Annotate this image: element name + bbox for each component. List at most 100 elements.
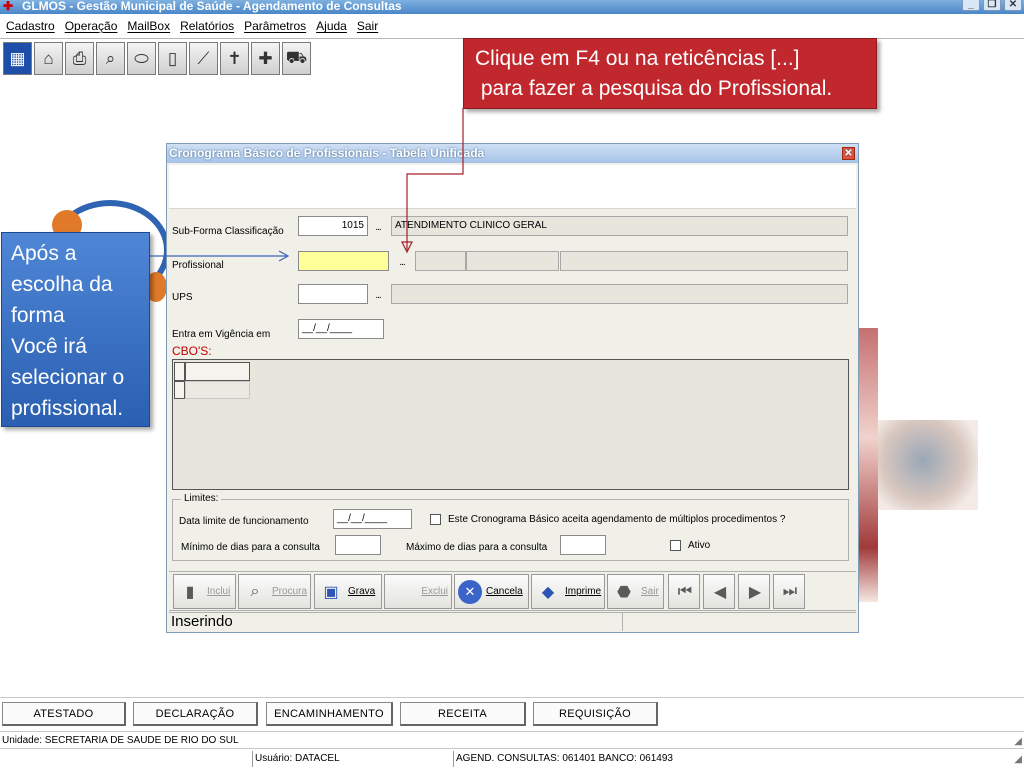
first-record-button[interactable]: ⏮ bbox=[668, 574, 700, 609]
restore-icon[interactable]: ❐ bbox=[983, 0, 1001, 11]
vigencia-date-field[interactable]: __/__/____ bbox=[298, 319, 384, 339]
subforma-search-ellipsis[interactable]: ... bbox=[372, 222, 384, 233]
menu-parametros[interactable]: Parâmetros bbox=[244, 19, 306, 33]
menu-sair[interactable]: Sair bbox=[357, 19, 378, 33]
bottom-divider bbox=[0, 697, 1024, 698]
previous-record-button[interactable]: ◀ bbox=[703, 574, 735, 609]
menu-relatorios[interactable]: Relatórios bbox=[180, 19, 234, 33]
grava-button[interactable]: ▣ Grava bbox=[314, 574, 382, 609]
profissional-field-2 bbox=[466, 251, 559, 271]
limits-legend: Limites: bbox=[181, 493, 222, 504]
profissional-search-ellipsis[interactable]: ... bbox=[396, 257, 408, 268]
menu-cadastro[interactable]: Cadastro bbox=[6, 19, 55, 33]
print-icon: ◆ bbox=[541, 583, 555, 601]
profissional-field-1 bbox=[415, 251, 466, 271]
multiplos-label: Este Cronograma Básico aceita agendament… bbox=[448, 514, 786, 525]
maximo-dias-label: Máximo de dias para a consulta bbox=[406, 542, 548, 553]
ativo-label: Ativo bbox=[688, 540, 711, 551]
next-record-icon: ▶ bbox=[748, 583, 762, 601]
resize-grip-icon[interactable]: ◢ bbox=[1014, 733, 1022, 750]
sair-button[interactable]: ⬣ Sair bbox=[607, 574, 664, 609]
subforma-label: Sub-Forma Classificação bbox=[172, 226, 284, 237]
first-record-icon: ⏮ bbox=[677, 582, 693, 600]
exclui-button[interactable]: Exclui bbox=[384, 574, 452, 609]
profissional-label: Profissional bbox=[172, 260, 224, 271]
background-photo-strip bbox=[856, 328, 878, 602]
cancela-button[interactable]: ✕ Cancela bbox=[454, 574, 529, 609]
cbos-grid[interactable] bbox=[172, 359, 849, 490]
previous-record-icon: ◀ bbox=[713, 583, 727, 601]
dialog-status-bar: Inserindo bbox=[169, 612, 856, 631]
clipboard-icon[interactable]: ▯ bbox=[158, 42, 187, 75]
resize-grip-icon[interactable]: ◢ bbox=[1014, 751, 1022, 768]
profissional-code-field[interactable] bbox=[298, 251, 389, 271]
background-photo bbox=[878, 420, 978, 510]
dialog-mode-status: Inserindo bbox=[171, 613, 233, 630]
unidade-bar: Unidade: SECRETARIA DE SAUDE DE RIO DO S… bbox=[0, 731, 1024, 749]
procura-button[interactable]: ⌕ Procura bbox=[238, 574, 311, 609]
receita-button[interactable]: RECEITA bbox=[400, 702, 526, 726]
requisicao-button[interactable]: REQUISIÇÃO bbox=[533, 702, 658, 726]
grid-cell[interactable] bbox=[185, 381, 250, 399]
close-icon[interactable]: ✕ bbox=[842, 147, 855, 160]
atestado-button[interactable]: ATESTADO bbox=[2, 702, 126, 726]
encaminhamento-button[interactable]: ENCAMINHAMENTO bbox=[266, 702, 393, 726]
building-icon[interactable]: ⌂ bbox=[34, 42, 63, 75]
subforma-code-field[interactable]: 1015 bbox=[298, 216, 368, 236]
save-icon: ▣ bbox=[323, 583, 339, 601]
cronograma-dialog: Cronograma Básico de Profissionais - Tab… bbox=[166, 143, 859, 633]
grid-row-header bbox=[174, 362, 185, 381]
menu-bar: Cadastro Operação MailBox Relatórios Par… bbox=[0, 16, 1024, 36]
menu-ajuda[interactable]: Ajuda bbox=[316, 19, 347, 33]
syringe-icon[interactable]: ⟋ bbox=[189, 42, 218, 75]
exit-icon: ⬣ bbox=[617, 583, 631, 601]
dialog-title-bar: Cronograma Básico de Profissionais - Tab… bbox=[167, 144, 858, 163]
data-limite-label: Data limite de funcionamento bbox=[179, 516, 309, 527]
ativo-checkbox[interactable] bbox=[670, 540, 681, 551]
status-bar: Usuário: DATACEL AGEND. CONSULTAS: 06140… bbox=[0, 750, 1024, 768]
unidade-text: Unidade: SECRETARIA DE SAUDE DE RIO DO S… bbox=[2, 735, 239, 746]
last-record-icon: ⏭ bbox=[782, 582, 798, 600]
next-record-button[interactable]: ▶ bbox=[738, 574, 770, 609]
menu-operacao[interactable]: Operação bbox=[65, 19, 118, 33]
cancel-icon: ✕ bbox=[458, 579, 482, 604]
dialog-status-panel bbox=[622, 613, 855, 631]
last-record-button[interactable]: ⏭ bbox=[773, 574, 805, 609]
menu-mailbox[interactable]: MailBox bbox=[127, 19, 170, 33]
close-window-icon[interactable]: ✕ bbox=[1004, 0, 1022, 11]
callout-f4-hint: Clique em F4 ou na reticências [...] par… bbox=[463, 38, 877, 109]
window-title: GLMOS - Gestão Municipal de Saúde - Agen… bbox=[22, 0, 402, 13]
pill-icon[interactable]: ⬭ bbox=[127, 42, 156, 75]
new-document-icon: ▮ bbox=[185, 583, 195, 601]
ups-description-field bbox=[391, 284, 848, 304]
limits-group: Limites: Data limite de funcionamento __… bbox=[172, 493, 849, 561]
cbos-label: CBO'S: bbox=[172, 344, 212, 358]
minimo-dias-label: Mínimo de dias para a consulta bbox=[181, 542, 320, 553]
ups-code-field[interactable] bbox=[298, 284, 368, 304]
ambulance-icon[interactable]: ⛟ bbox=[282, 42, 311, 75]
grid-column-header bbox=[185, 362, 250, 381]
dialog-header-panel bbox=[169, 165, 856, 209]
minimo-dias-field[interactable] bbox=[335, 535, 381, 555]
magnifier-icon[interactable]: ⌕ bbox=[96, 42, 125, 75]
profissional-name-field bbox=[560, 251, 848, 271]
medical-bag-icon[interactable]: ✚ bbox=[251, 42, 280, 75]
data-limite-field[interactable]: __/__/____ bbox=[333, 509, 412, 529]
grid-row-header bbox=[174, 381, 185, 399]
imprime-button[interactable]: ◆ Imprime bbox=[531, 574, 605, 609]
minimize-icon[interactable]: _ bbox=[962, 0, 980, 11]
app-cross-icon: ✚ bbox=[3, 0, 14, 13]
main-toolbar: ▦ ⌂ ⎙ ⌕ ⬭ ▯ ⟋ ✝ ✚ ⛟ bbox=[3, 42, 311, 75]
cross-icon[interactable]: ✝ bbox=[220, 42, 249, 75]
title-bar: ✚ GLMOS - Gestão Municipal de Saúde - Ag… bbox=[0, 0, 1024, 14]
declaracao-button[interactable]: DECLARAÇÃO bbox=[133, 702, 258, 726]
calendar-icon[interactable]: ▦ bbox=[3, 42, 32, 75]
maximo-dias-field[interactable] bbox=[560, 535, 606, 555]
ups-label: UPS bbox=[172, 292, 193, 303]
ups-search-ellipsis[interactable]: ... bbox=[372, 290, 384, 301]
vigencia-label: Entra em Vigência em bbox=[172, 329, 271, 340]
multiplos-checkbox[interactable] bbox=[430, 514, 441, 525]
printer-icon[interactable]: ⎙ bbox=[65, 42, 94, 75]
inclui-button[interactable]: ▮ Inclui bbox=[173, 574, 236, 609]
dialog-title: Cronograma Básico de Profissionais - Tab… bbox=[169, 146, 485, 160]
